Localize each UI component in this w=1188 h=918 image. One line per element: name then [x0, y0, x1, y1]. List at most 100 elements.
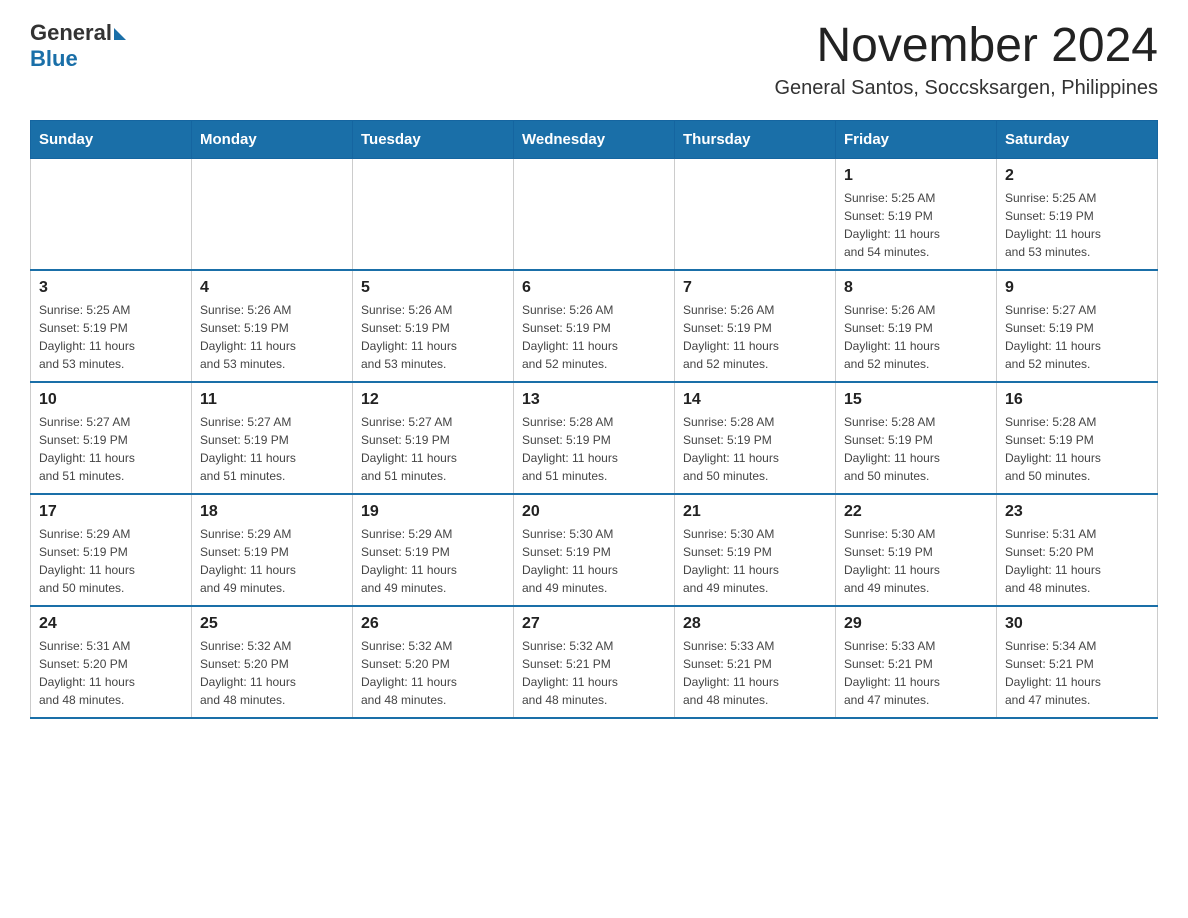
calendar-cell: 8 Sunrise: 5:26 AMSunset: 5:19 PMDaylight… — [836, 270, 997, 382]
weekday-header-friday: Friday — [836, 120, 997, 158]
day-info: Sunrise: 5:29 AMSunset: 5:19 PMDaylight:… — [39, 525, 183, 597]
day-number: 28 — [683, 615, 827, 633]
week-row-3: 10 Sunrise: 5:27 AMSunset: 5:19 PMDayligh… — [31, 382, 1158, 494]
day-info: Sunrise: 5:26 AMSunset: 5:19 PMDaylight:… — [844, 301, 988, 373]
calendar-cell: 14 Sunrise: 5:28 AMSunset: 5:19 PMDayligh… — [675, 382, 836, 494]
calendar-cell: 10 Sunrise: 5:27 AMSunset: 5:19 PMDayligh… — [31, 382, 192, 494]
day-info: Sunrise: 5:31 AMSunset: 5:20 PMDaylight:… — [39, 637, 183, 709]
day-number: 18 — [200, 503, 344, 521]
day-info: Sunrise: 5:27 AMSunset: 5:19 PMDaylight:… — [39, 413, 183, 485]
day-info: Sunrise: 5:32 AMSunset: 5:20 PMDaylight:… — [361, 637, 505, 709]
day-info: Sunrise: 5:33 AMSunset: 5:21 PMDaylight:… — [844, 637, 988, 709]
day-info: Sunrise: 5:28 AMSunset: 5:19 PMDaylight:… — [844, 413, 988, 485]
calendar-body: 1 Sunrise: 5:25 AMSunset: 5:19 PMDaylight… — [31, 158, 1158, 718]
day-info: Sunrise: 5:26 AMSunset: 5:19 PMDaylight:… — [200, 301, 344, 373]
weekday-header-tuesday: Tuesday — [353, 120, 514, 158]
calendar-cell: 5 Sunrise: 5:26 AMSunset: 5:19 PMDaylight… — [353, 270, 514, 382]
calendar-cell: 4 Sunrise: 5:26 AMSunset: 5:19 PMDaylight… — [192, 270, 353, 382]
day-number: 26 — [361, 615, 505, 633]
day-info: Sunrise: 5:29 AMSunset: 5:19 PMDaylight:… — [200, 525, 344, 597]
day-number: 5 — [361, 279, 505, 297]
day-info: Sunrise: 5:25 AMSunset: 5:19 PMDaylight:… — [844, 189, 988, 261]
day-number: 1 — [844, 167, 988, 185]
calendar-cell: 17 Sunrise: 5:29 AMSunset: 5:19 PMDayligh… — [31, 494, 192, 606]
day-number: 11 — [200, 391, 344, 409]
calendar-cell — [675, 158, 836, 270]
logo-blue: Blue — [30, 46, 126, 72]
week-row-5: 24 Sunrise: 5:31 AMSunset: 5:20 PMDayligh… — [31, 606, 1158, 718]
weekday-header-row: SundayMondayTuesdayWednesdayThursdayFrid… — [31, 120, 1158, 158]
day-number: 30 — [1005, 615, 1149, 633]
day-info: Sunrise: 5:26 AMSunset: 5:19 PMDaylight:… — [361, 301, 505, 373]
calendar-cell: 11 Sunrise: 5:27 AMSunset: 5:19 PMDayligh… — [192, 382, 353, 494]
day-info: Sunrise: 5:28 AMSunset: 5:19 PMDaylight:… — [683, 413, 827, 485]
day-number: 24 — [39, 615, 183, 633]
day-number: 20 — [522, 503, 666, 521]
day-number: 2 — [1005, 167, 1149, 185]
day-number: 29 — [844, 615, 988, 633]
day-number: 8 — [844, 279, 988, 297]
calendar-cell: 27 Sunrise: 5:32 AMSunset: 5:21 PMDayligh… — [514, 606, 675, 718]
day-number: 23 — [1005, 503, 1149, 521]
calendar-table: SundayMondayTuesdayWednesdayThursdayFrid… — [30, 120, 1158, 719]
day-number: 6 — [522, 279, 666, 297]
day-number: 19 — [361, 503, 505, 521]
calendar-cell: 6Sunrise: 5:26 AMSunset: 5:19 PMDaylight… — [514, 270, 675, 382]
calendar-cell: 12Sunrise: 5:27 AMSunset: 5:19 PMDayligh… — [353, 382, 514, 494]
day-info: Sunrise: 5:29 AMSunset: 5:19 PMDaylight:… — [361, 525, 505, 597]
day-info: Sunrise: 5:25 AMSunset: 5:19 PMDaylight:… — [1005, 189, 1149, 261]
logo-general: General — [30, 20, 112, 46]
day-info: Sunrise: 5:31 AMSunset: 5:20 PMDaylight:… — [1005, 525, 1149, 597]
day-number: 15 — [844, 391, 988, 409]
day-info: Sunrise: 5:25 AMSunset: 5:19 PMDaylight:… — [39, 301, 183, 373]
calendar-cell: 9 Sunrise: 5:27 AMSunset: 5:19 PMDaylight… — [997, 270, 1158, 382]
logo: General Blue — [30, 20, 126, 72]
weekday-header-saturday: Saturday — [997, 120, 1158, 158]
calendar-cell: 30Sunrise: 5:34 AMSunset: 5:21 PMDayligh… — [997, 606, 1158, 718]
weekday-header-wednesday: Wednesday — [514, 120, 675, 158]
day-info: Sunrise: 5:32 AMSunset: 5:20 PMDaylight:… — [200, 637, 344, 709]
day-info: Sunrise: 5:32 AMSunset: 5:21 PMDaylight:… — [522, 637, 666, 709]
calendar-cell: 29 Sunrise: 5:33 AMSunset: 5:21 PMDayligh… — [836, 606, 997, 718]
weekday-header-sunday: Sunday — [31, 120, 192, 158]
day-info: Sunrise: 5:27 AMSunset: 5:19 PMDaylight:… — [1005, 301, 1149, 373]
day-number: 14 — [683, 391, 827, 409]
week-row-1: 1 Sunrise: 5:25 AMSunset: 5:19 PMDaylight… — [31, 158, 1158, 270]
day-number: 12 — [361, 391, 505, 409]
calendar-cell: 26 Sunrise: 5:32 AMSunset: 5:20 PMDayligh… — [353, 606, 514, 718]
day-number: 21 — [683, 503, 827, 521]
calendar-cell: 1 Sunrise: 5:25 AMSunset: 5:19 PMDaylight… — [836, 158, 997, 270]
page-header: General Blue November 2024 General Santo… — [30, 20, 1158, 100]
day-number: 9 — [1005, 279, 1149, 297]
day-number: 25 — [200, 615, 344, 633]
calendar-cell: 18 Sunrise: 5:29 AMSunset: 5:19 PMDayligh… — [192, 494, 353, 606]
calendar-cell: 3Sunrise: 5:25 AMSunset: 5:19 PMDaylight… — [31, 270, 192, 382]
calendar-cell — [514, 158, 675, 270]
page-subtitle: General Santos, Soccsksargen, Philippine… — [774, 77, 1158, 100]
day-number: 17 — [39, 503, 183, 521]
day-number: 7 — [683, 279, 827, 297]
day-number: 22 — [844, 503, 988, 521]
weekday-header-monday: Monday — [192, 120, 353, 158]
calendar-cell: 7Sunrise: 5:26 AMSunset: 5:19 PMDaylight… — [675, 270, 836, 382]
calendar-cell: 23 Sunrise: 5:31 AMSunset: 5:20 PMDayligh… — [997, 494, 1158, 606]
calendar-cell: 15 Sunrise: 5:28 AMSunset: 5:19 PMDayligh… — [836, 382, 997, 494]
calendar-cell — [353, 158, 514, 270]
calendar-cell — [31, 158, 192, 270]
day-number: 4 — [200, 279, 344, 297]
weekday-header-thursday: Thursday — [675, 120, 836, 158]
page-title: November 2024 — [774, 20, 1158, 73]
calendar-cell: 24 Sunrise: 5:31 AMSunset: 5:20 PMDayligh… — [31, 606, 192, 718]
title-block: November 2024 General Santos, Soccsksarg… — [774, 20, 1158, 100]
day-info: Sunrise: 5:27 AMSunset: 5:19 PMDaylight:… — [200, 413, 344, 485]
calendar-cell: 28 Sunrise: 5:33 AMSunset: 5:21 PMDayligh… — [675, 606, 836, 718]
calendar-cell: 25 Sunrise: 5:32 AMSunset: 5:20 PMDayligh… — [192, 606, 353, 718]
week-row-4: 17 Sunrise: 5:29 AMSunset: 5:19 PMDayligh… — [31, 494, 1158, 606]
day-number: 16 — [1005, 391, 1149, 409]
logo-triangle-icon — [114, 28, 126, 40]
day-number: 27 — [522, 615, 666, 633]
day-number: 10 — [39, 391, 183, 409]
day-info: Sunrise: 5:33 AMSunset: 5:21 PMDaylight:… — [683, 637, 827, 709]
day-info: Sunrise: 5:28 AMSunset: 5:19 PMDaylight:… — [1005, 413, 1149, 485]
calendar-cell: 21Sunrise: 5:30 AMSunset: 5:19 PMDayligh… — [675, 494, 836, 606]
